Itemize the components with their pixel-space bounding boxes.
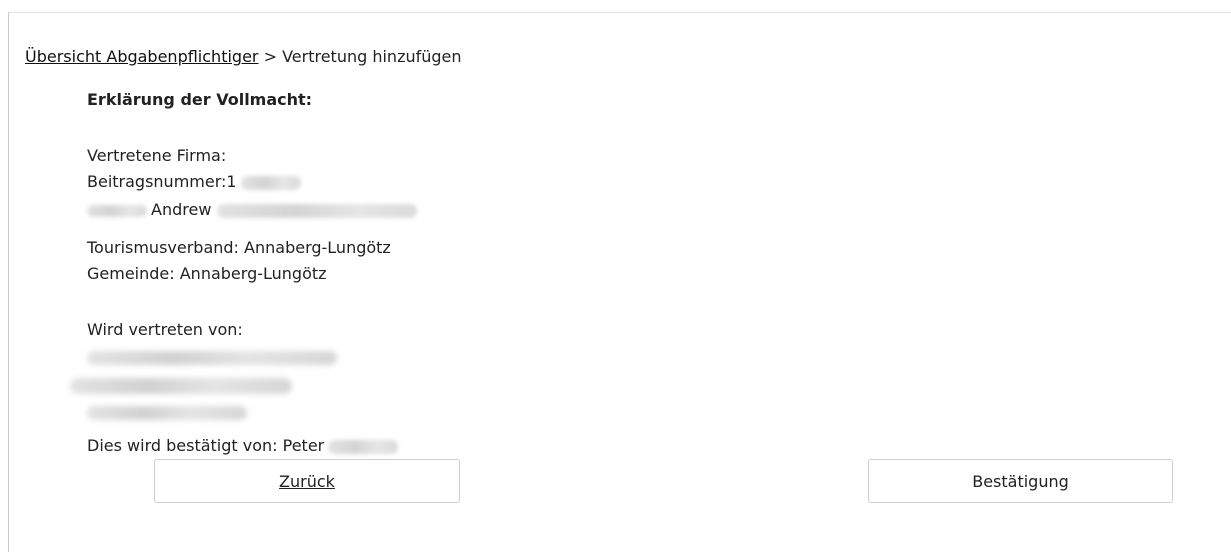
redacted-confirmer-surname [328,439,399,454]
company-name-line: Andrew [87,200,418,220]
represented-by-label: Wird vertreten von: [87,320,243,339]
redacted-contribution-number [240,175,301,190]
tourism-association: Tourismusverband: Annaberg-Lungötz [87,238,391,257]
breadcrumb-link-overview[interactable]: Übersicht Abgabenpflichtiger [25,47,258,66]
breadcrumb-separator: > [263,47,277,66]
redacted-representative-address [70,378,292,394]
company-name-visible: Andrew [151,200,212,219]
confirmed-by-text: Dies wird bestätigt von: Peter [87,436,325,455]
back-button[interactable]: Zurück [154,459,460,503]
redacted-name-suffix [217,203,418,218]
redacted-name-prefix [87,204,147,217]
back-button-label: Zurück [279,471,335,491]
represented-company-label: Vertretene Firma: [87,146,227,165]
confirm-button[interactable]: Bestätigung [868,459,1173,503]
municipality: Gemeinde: Annaberg-Lungötz [87,264,327,283]
confirmed-by-line: Dies wird bestätigt von: Peter [87,436,399,456]
breadcrumb: Übersicht Abgabenpflichtiger > Vertretun… [25,47,462,67]
contribution-number-line: Beitragsnummer:1 [87,172,301,192]
contribution-number-label: Beitragsnummer:1 [87,172,237,191]
redacted-representative-city [87,406,247,420]
redacted-representative-name [87,351,337,365]
breadcrumb-current: Vertretung hinzufügen [282,47,462,66]
confirm-button-label: Bestätigung [972,471,1069,491]
declaration-title: Erklärung der Vollmacht: [87,90,313,109]
